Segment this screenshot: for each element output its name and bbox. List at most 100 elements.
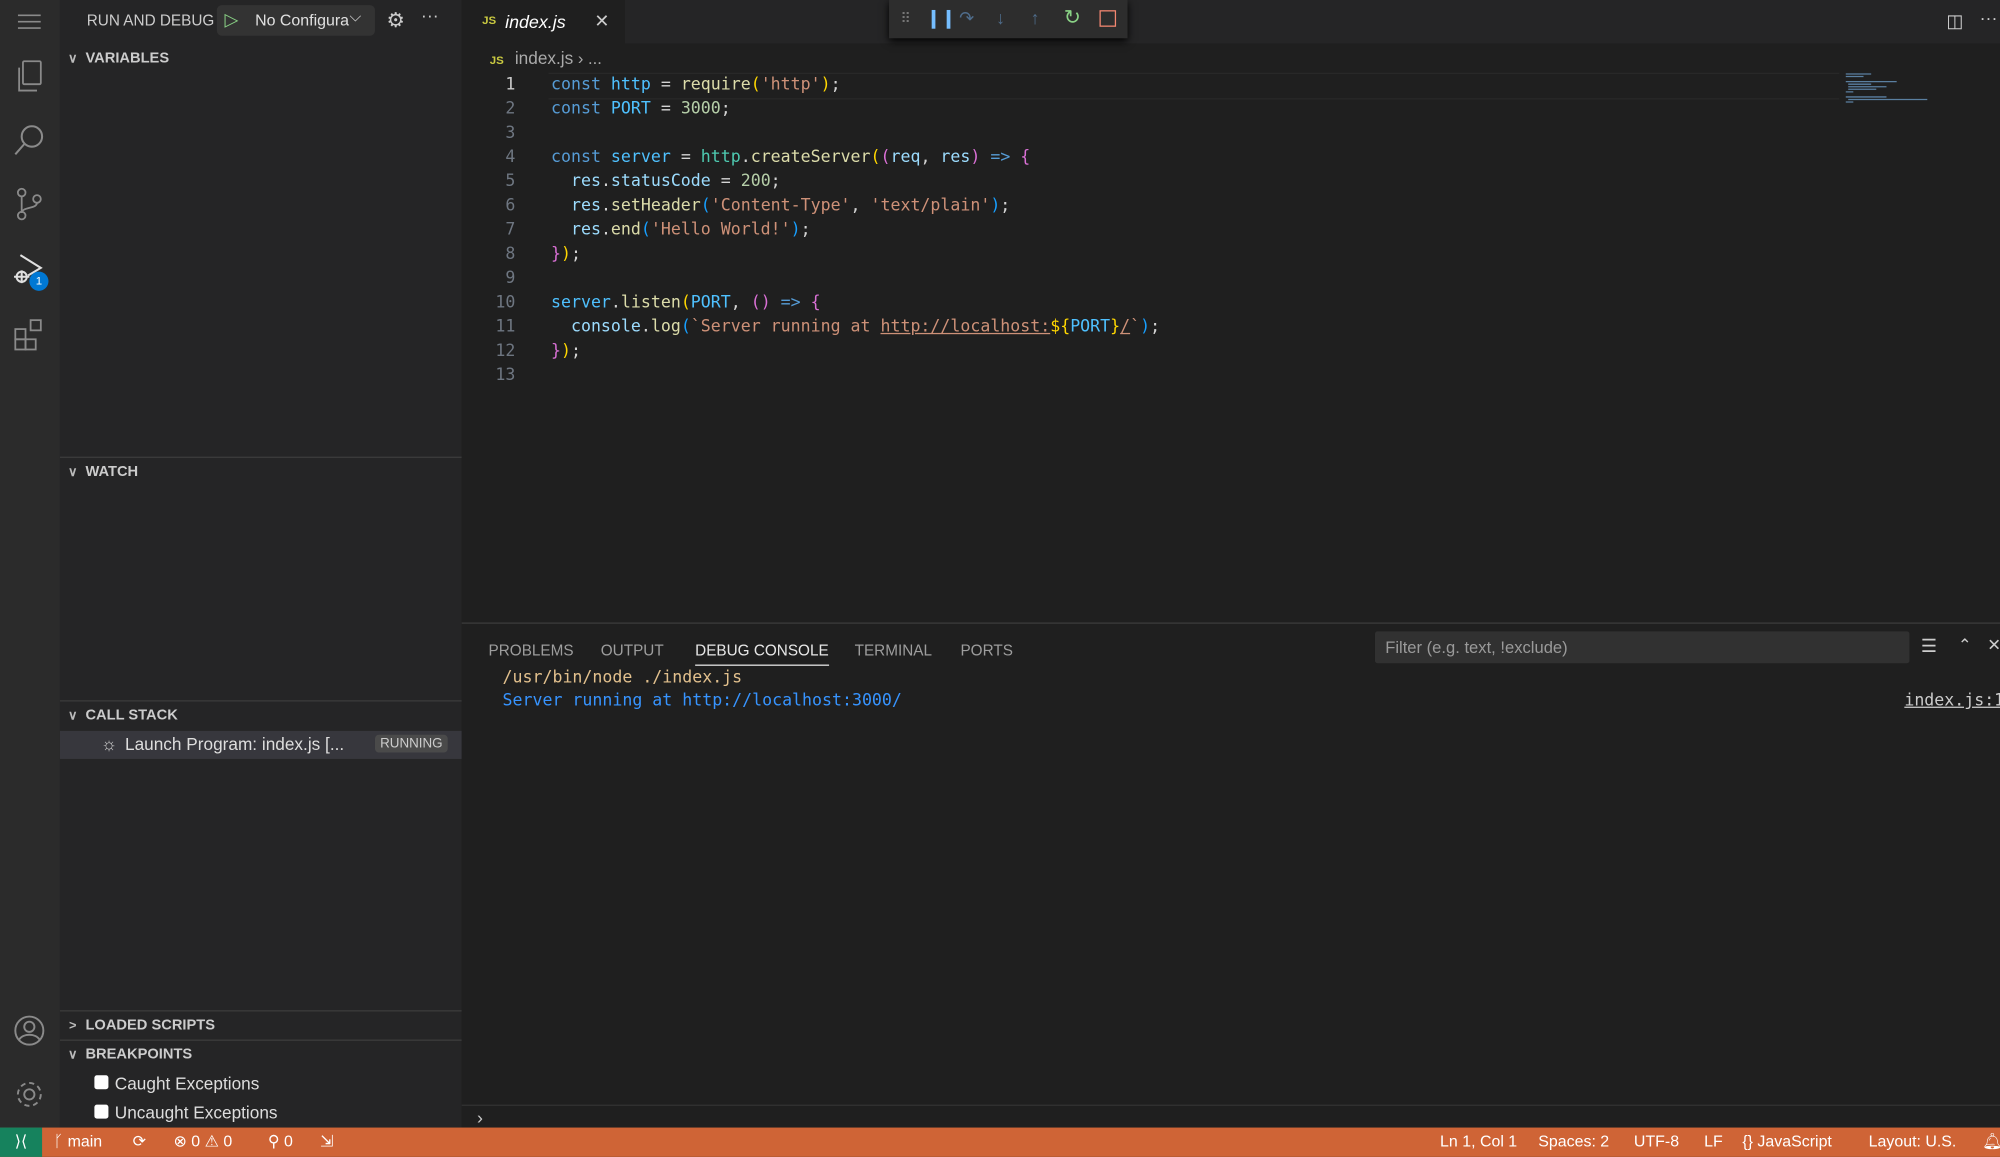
remote-indicator-icon[interactable]: ⟩⟨ bbox=[0, 1127, 43, 1157]
ports-indicator[interactable]: ⚲ 0 bbox=[268, 1128, 293, 1157]
call-stack-item[interactable]: ☼ Launch Program: index.js [... RUNNING bbox=[59, 730, 462, 759]
encoding[interactable]: UTF-8 bbox=[1634, 1128, 1679, 1157]
close-panel-icon[interactable]: ✕ bbox=[1987, 635, 2000, 655]
code-token: ) bbox=[561, 341, 571, 361]
section-breakpoints[interactable]: ∨ BREAKPOINTS bbox=[60, 1042, 462, 1068]
code-token: => bbox=[980, 147, 1021, 168]
section-label: CALL STACK bbox=[85, 707, 178, 724]
debug-sidebar: RUN AND DEBUG ▷ No Configura ⌵ ⚙ ··· ∨ VA… bbox=[59, 0, 462, 1128]
code-token: req bbox=[890, 147, 921, 168]
code-token: } bbox=[551, 341, 562, 361]
code-line[interactable]: res.statusCode = 200; bbox=[551, 170, 781, 194]
code-line[interactable]: }); bbox=[551, 339, 581, 363]
code-line[interactable]: server.listen(PORT, () => { bbox=[551, 291, 821, 315]
restart-icon[interactable]: ↻ bbox=[1064, 5, 1081, 31]
code-token: server bbox=[610, 147, 671, 168]
code-line[interactable]: res.end('Hello World!'); bbox=[551, 218, 811, 242]
section-watch[interactable]: ∨ WATCH bbox=[60, 459, 462, 485]
filter-placeholder: Filter (e.g. text, !exclude) bbox=[1385, 637, 1568, 657]
code-line[interactable]: console.log(`Server running at http://lo… bbox=[551, 315, 1160, 339]
code-line[interactable]: const http = require('http'); bbox=[551, 73, 841, 97]
code-line[interactable]: }); bbox=[551, 242, 581, 266]
checkbox[interactable] bbox=[94, 1075, 109, 1090]
code-token: PORT bbox=[690, 293, 731, 313]
chevron-right-icon: › bbox=[577, 48, 584, 68]
panel-tab-problems[interactable]: PROBLEMS bbox=[489, 636, 574, 664]
section-variables[interactable]: ∨ VARIABLES bbox=[60, 46, 462, 72]
section-label: WATCH bbox=[85, 464, 139, 480]
accounts-icon[interactable] bbox=[10, 1011, 48, 1049]
line-number: 8 bbox=[505, 244, 516, 265]
language-label: JavaScript bbox=[1757, 1132, 1832, 1151]
menu-icon[interactable] bbox=[10, 3, 48, 41]
code-token: { bbox=[810, 293, 821, 313]
language-mode[interactable]: {} JavaScript bbox=[1742, 1128, 1832, 1157]
breadcrumb-file[interactable]: index.js bbox=[515, 48, 573, 67]
filter-input[interactable]: Filter (e.g. text, !exclude) bbox=[1374, 631, 1910, 664]
code-token: http bbox=[700, 147, 741, 168]
line-number: 4 bbox=[505, 147, 516, 168]
problems-indicator[interactable]: ⊗ 0 ⚠ 0 bbox=[173, 1128, 232, 1157]
panel-tab-debug-console[interactable]: DEBUG CONSOLE bbox=[695, 636, 829, 666]
branch-indicator[interactable]: ᚴ main bbox=[54, 1128, 103, 1157]
end-of-line[interactable]: LF bbox=[1704, 1128, 1723, 1157]
minimap[interactable] bbox=[1845, 73, 1930, 105]
stop-icon[interactable] bbox=[1099, 10, 1117, 27]
drag-handle-icon[interactable]: ⠿ bbox=[901, 10, 911, 27]
step-out-icon[interactable]: ↑ bbox=[1031, 8, 1040, 28]
divider bbox=[59, 700, 462, 702]
breadcrumb-symbol[interactable]: ... bbox=[588, 48, 602, 67]
panel-tab-ports[interactable]: PORTS bbox=[960, 636, 1012, 664]
indentation[interactable]: Spaces: 2 bbox=[1538, 1128, 1609, 1157]
code-token: const bbox=[551, 147, 611, 168]
step-over-icon[interactable]: ↷ bbox=[959, 8, 974, 30]
explorer-icon[interactable] bbox=[10, 57, 48, 95]
close-icon[interactable]: ✕ bbox=[594, 10, 609, 32]
tab-bar bbox=[461, 0, 2000, 44]
launch-config-dropdown[interactable]: ▷ No Configura ⌵ bbox=[216, 5, 375, 36]
console-input-prompt-icon[interactable]: › bbox=[477, 1107, 483, 1127]
chevron-down-icon: ∨ bbox=[68, 51, 78, 66]
code-token: 'text/plain' bbox=[870, 196, 991, 216]
line-number: 11 bbox=[495, 317, 516, 337]
panel-tab-output[interactable]: OUTPUT bbox=[601, 636, 664, 664]
code-token: PORT bbox=[610, 99, 651, 119]
more-actions-icon[interactable]: ··· bbox=[421, 5, 439, 25]
settings-gear-icon[interactable] bbox=[10, 1075, 48, 1113]
gear-icon[interactable]: ⚙ bbox=[386, 8, 404, 34]
code-token: ( bbox=[870, 147, 881, 168]
code-line[interactable]: const PORT = 3000; bbox=[551, 97, 731, 121]
cursor-position[interactable]: Ln 1, Col 1 bbox=[1440, 1128, 1517, 1157]
line-number: 13 bbox=[495, 366, 516, 386]
code-token: 'Content-Type' bbox=[710, 196, 851, 216]
search-icon[interactable] bbox=[10, 121, 48, 159]
code-token: , bbox=[730, 293, 751, 313]
code-line[interactable]: res.setHeader('Content-Type', 'text/plai… bbox=[551, 194, 1010, 218]
panel-tab-terminal[interactable]: TERMINAL bbox=[855, 636, 932, 664]
more-actions-icon[interactable]: ··· bbox=[1980, 8, 1998, 28]
sync-icon[interactable]: ⟳ bbox=[133, 1128, 146, 1157]
source-control-icon[interactable] bbox=[10, 185, 48, 223]
maximize-panel-icon[interactable]: ⌃ bbox=[1958, 635, 1972, 655]
run-debug-icon[interactable]: 1 bbox=[10, 250, 49, 291]
tab-index-js[interactable]: JS index.js ✕ bbox=[461, 0, 625, 44]
console-source-link[interactable]: index.js:1 bbox=[1904, 691, 2000, 710]
pause-icon[interactable]: ❙❙ bbox=[926, 8, 956, 30]
split-editor-icon[interactable]: ◫ bbox=[1946, 10, 1963, 32]
debug-run-icon[interactable]: ⇲ bbox=[320, 1128, 333, 1157]
code-token: } bbox=[551, 244, 562, 265]
code-token: PORT bbox=[1070, 317, 1111, 337]
extensions-icon[interactable] bbox=[10, 315, 48, 353]
code-token: ` bbox=[1130, 317, 1141, 337]
code-token: / bbox=[1120, 317, 1131, 337]
code-editor[interactable]: 1 const http = require('http'); 2 const POR… bbox=[462, 73, 1865, 405]
keyboard-layout[interactable]: Layout: U.S. bbox=[1869, 1128, 1957, 1157]
notifications-bell-icon[interactable]: 🔔︎ bbox=[1982, 1128, 2000, 1157]
section-call-stack[interactable]: ∨ CALL STACK bbox=[60, 703, 462, 729]
start-debugging-icon[interactable]: ▷ bbox=[224, 9, 238, 31]
clear-console-icon[interactable]: ☰ bbox=[1921, 635, 1937, 657]
section-loaded-scripts[interactable]: > LOADED SCRIPTS bbox=[60, 1013, 462, 1039]
checkbox[interactable] bbox=[94, 1104, 109, 1119]
code-line[interactable]: const server = http.createServer((req, r… bbox=[551, 145, 1030, 169]
step-into-icon[interactable]: ↓ bbox=[996, 8, 1005, 28]
